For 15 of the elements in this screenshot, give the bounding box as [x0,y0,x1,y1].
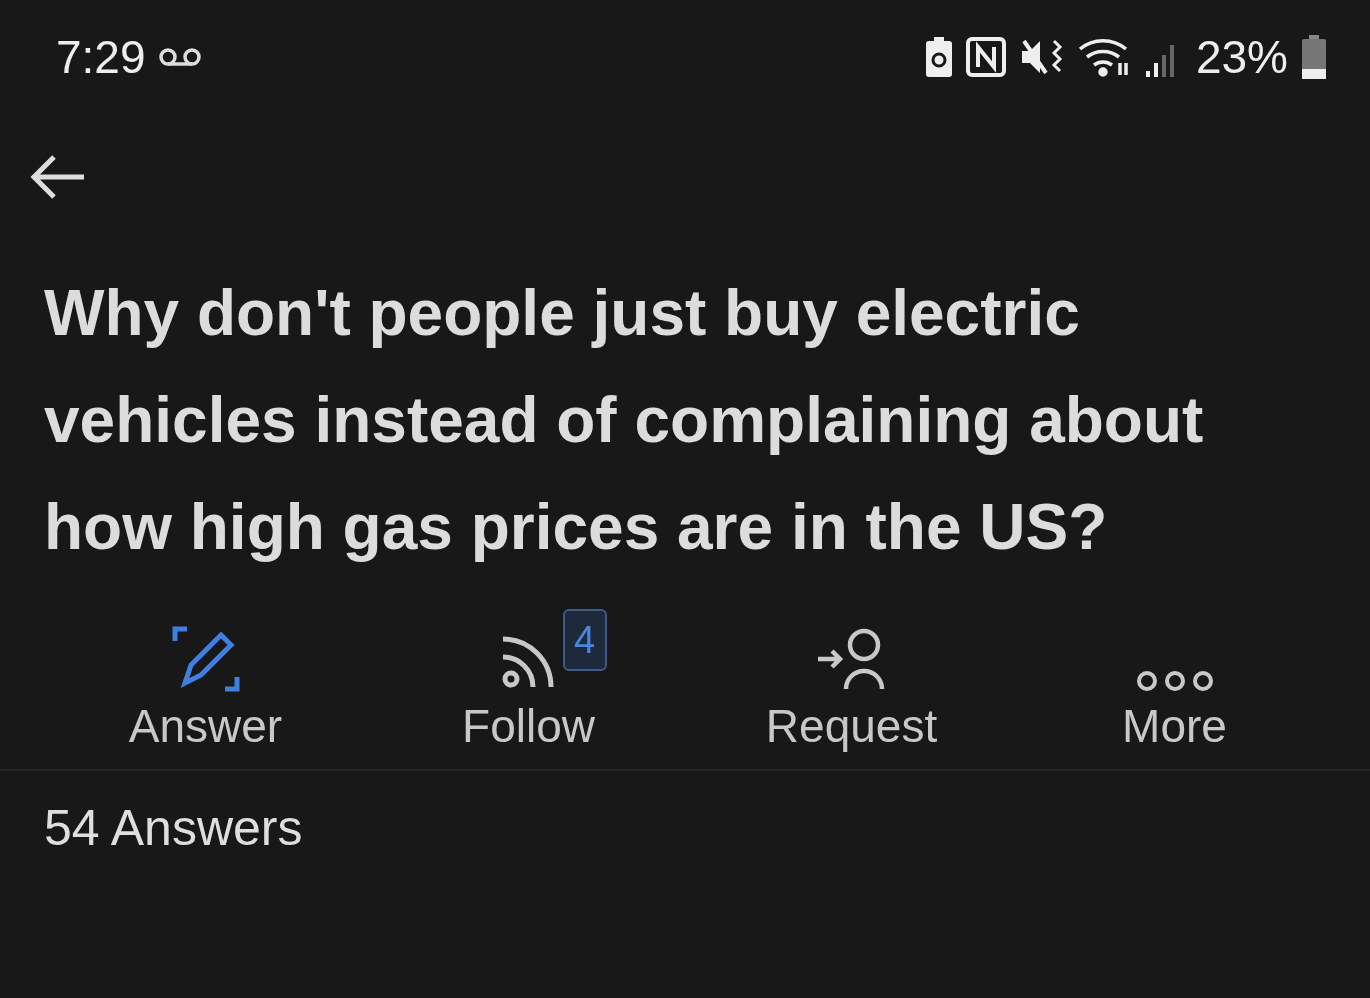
battery-icon [1302,35,1326,79]
nfc-icon [965,37,1006,77]
status-time: 7:29 [56,30,146,84]
answer-action[interactable]: Answer [44,613,367,763]
more-icon [1134,669,1215,693]
battery-percent: 23% [1195,30,1288,84]
voicemail-icon [157,47,202,67]
question-title: Why don't people just buy electric vehicles instead of complaining about how high gas prices are in the US? [44,276,1205,565]
edit-icon [170,625,241,693]
battery-saver-icon [925,37,952,77]
more-action[interactable]: More [1013,613,1336,763]
request-action[interactable]: Request [690,613,1013,763]
count-badge: 4 [562,609,607,671]
vibrate-mute-icon [1019,37,1064,77]
answers-count: 54 Answers [44,799,303,857]
